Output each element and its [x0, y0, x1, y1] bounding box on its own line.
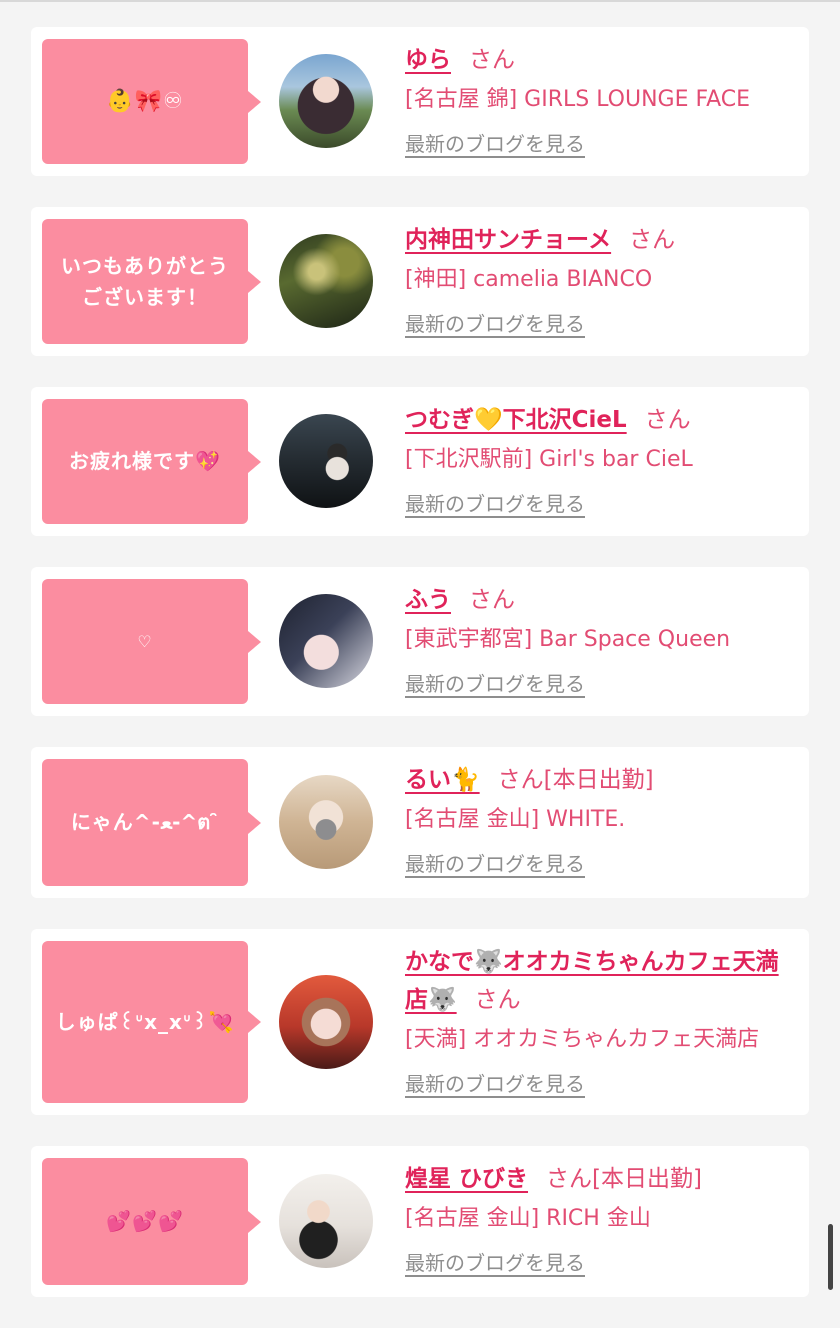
blog-link[interactable]: 最新のブログを見る — [405, 848, 585, 877]
honorific: さん — [474, 987, 521, 1013]
avatar[interactable] — [279, 234, 373, 328]
message-text: 👶🎀♾ — [106, 89, 184, 114]
cast-name-link[interactable]: つむぎ💛下北沢CieL — [405, 407, 627, 433]
cast-card: 💕💕💕 煌星 ひびき さん[本日出勤] [名古屋 金山] RICH 金山 最新のブ… — [31, 1146, 809, 1297]
message-bubble: 💕💕💕 — [42, 1158, 261, 1285]
message-bubble: にゃん^-ﻌ-^ต ̑̑ — [42, 759, 261, 886]
message-text: いつもありがとう ございます！ — [61, 253, 229, 309]
message-bubble: 👶🎀♾ — [42, 39, 261, 164]
shop-name: [下北沢駅前] Girl's bar CieL — [405, 447, 693, 472]
avatar[interactable] — [279, 414, 373, 508]
honorific: さん — [644, 407, 691, 433]
honorific: さん — [629, 227, 676, 253]
cast-name-link[interactable]: ふう — [405, 587, 451, 613]
scrollbar[interactable] — [828, 1224, 833, 1290]
cast-name-link[interactable]: 煌星 ひびき — [405, 1166, 528, 1192]
shop-name: [名古屋 金山] RICH 金山 — [405, 1206, 651, 1231]
honorific: さん — [469, 587, 515, 613]
shop-name: [東武宇都宮] Bar Space Queen — [405, 627, 731, 652]
avatar[interactable] — [279, 775, 373, 869]
avatar[interactable] — [279, 594, 373, 688]
blog-link[interactable]: 最新のブログを見る — [405, 668, 585, 697]
honorific: さん — [469, 47, 515, 73]
blog-link[interactable]: 最新のブログを見る — [405, 1247, 585, 1276]
avatar[interactable] — [279, 1174, 373, 1268]
blog-link[interactable]: 最新のブログを見る — [405, 128, 585, 157]
message-text: お疲れ様です💖 — [69, 449, 221, 473]
cast-card: ♡ ふう さん [東武宇都宮] Bar Space Queen 最新のブログを見る — [31, 567, 809, 716]
message-text: にゃん^-ﻌ-^ต ̑̑ — [70, 810, 220, 834]
cast-card: 👶🎀♾ ゆら さん [名古屋 錦] GIRLS LOUNGE FACE 最新のブロ… — [31, 27, 809, 176]
avatar[interactable] — [279, 54, 373, 148]
cast-name-link[interactable]: かなで🐺オオカミちゃんカフェ天満店🐺 — [405, 949, 779, 1013]
cast-name-link[interactable]: ゆら — [405, 47, 451, 73]
blog-link[interactable]: 最新のブログを見る — [405, 308, 585, 337]
message-bubble: お疲れ様です💖 — [42, 399, 261, 524]
cast-card: お疲れ様です💖 つむぎ💛下北沢CieL さん [下北沢駅前] Girl's bar… — [31, 387, 809, 536]
shop-name: [名古屋 金山] WHITE. — [405, 807, 626, 832]
cast-list: 👶🎀♾ ゆら さん [名古屋 錦] GIRLS LOUNGE FACE 最新のブロ… — [31, 27, 809, 1328]
cast-name-link[interactable]: るい🐈 — [405, 767, 480, 793]
avatar[interactable] — [279, 975, 373, 1069]
cast-name-link[interactable]: 内神田サンチョーメ — [405, 227, 611, 253]
message-text: ♡ — [137, 632, 153, 651]
cast-card: にゃん^-ﻌ-^ต ̑̑ るい🐈 さん[本日出勤] [名古屋 金山] WHITE.… — [31, 747, 809, 898]
message-bubble: いつもありがとう ございます！ — [42, 219, 261, 344]
blog-link[interactable]: 最新のブログを見る — [405, 488, 585, 517]
status-label: [本日出勤] — [592, 1166, 702, 1192]
honorific: さん — [497, 767, 544, 793]
message-bubble: しゅぱ꒰ᐡx_xᐡ꒱💘 — [42, 941, 261, 1103]
cast-card: いつもありがとう ございます！ 内神田サンチョーメ さん [神田] camelia… — [31, 207, 809, 356]
message-bubble: ♡ — [42, 579, 261, 704]
shop-name: [天満] オオカミちゃんカフェ天満店 — [405, 1027, 760, 1052]
blog-link[interactable]: 最新のブログを見る — [405, 1068, 585, 1097]
shop-name: [名古屋 錦] GIRLS LOUNGE FACE — [405, 87, 751, 112]
top-divider — [0, 0, 840, 2]
cast-card: しゅぱ꒰ᐡx_xᐡ꒱💘 かなで🐺オオカミちゃんカフェ天満店🐺 さん [天満] オオ… — [31, 929, 809, 1115]
status-label: [本日出勤] — [543, 767, 654, 793]
message-text: しゅぱ꒰ᐡx_xᐡ꒱💘 — [55, 1009, 235, 1034]
message-text: 💕💕💕 — [106, 1209, 184, 1233]
honorific: さん — [546, 1166, 593, 1192]
shop-name: [神田] camelia BIANCO — [405, 267, 653, 292]
